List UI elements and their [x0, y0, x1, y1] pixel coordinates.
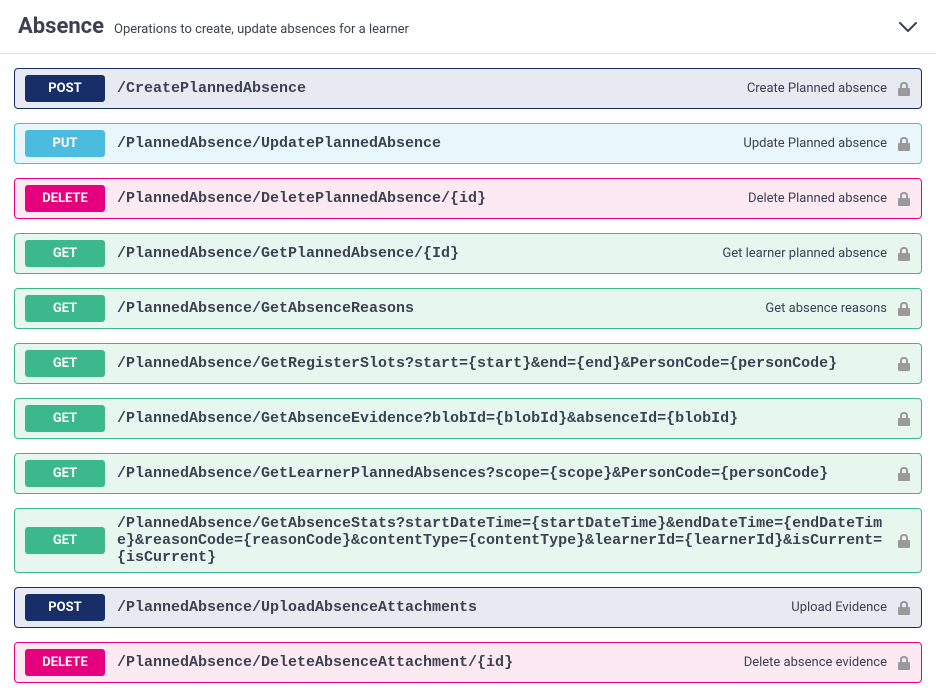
method-badge-post: POST [25, 594, 105, 621]
lock-icon[interactable] [897, 356, 911, 372]
endpoint-path: /CreatePlannedAbsence [117, 80, 735, 97]
endpoint-path: /PlannedAbsence/GetLearnerPlannedAbsence… [117, 465, 897, 482]
operation-row[interactable]: DELETE/PlannedAbsence/DeleteAbsenceAttac… [14, 642, 922, 683]
lock-icon[interactable] [897, 246, 911, 262]
operation-row[interactable]: DELETE/PlannedAbsence/DeletePlannedAbsen… [14, 178, 922, 219]
method-badge-delete: DELETE [25, 185, 105, 212]
endpoint-summary: Delete absence evidence [744, 655, 887, 670]
method-badge-get: GET [25, 295, 105, 322]
operation-row[interactable]: GET/PlannedAbsence/GetRegisterSlots?star… [14, 343, 922, 384]
operation-row[interactable]: PUT/PlannedAbsence/UpdatePlannedAbsence U… [14, 123, 922, 164]
method-badge-get: GET [25, 240, 105, 267]
lock-icon[interactable] [897, 655, 911, 671]
endpoint-summary: Update Planned absence [743, 136, 887, 151]
section-header[interactable]: Absence Operations to create, update abs… [0, 0, 936, 54]
section-description: Operations to create, update absences fo… [114, 22, 409, 37]
endpoint-path: /PlannedAbsence/GetAbsenceEvidence?blobI… [117, 410, 897, 427]
lock-icon[interactable] [897, 533, 911, 549]
operations-list: POST/CreatePlannedAbsence Create Planned … [0, 68, 936, 697]
operation-row[interactable]: GET/PlannedAbsence/GetPlannedAbsence/{Id… [14, 233, 922, 274]
operation-row[interactable]: POST/PlannedAbsence/UploadAbsenceAttachm… [14, 587, 922, 628]
endpoint-path: /PlannedAbsence/GetAbsenceReasons [117, 300, 753, 317]
operation-row[interactable]: GET/PlannedAbsence/GetAbsenceReasons Get … [14, 288, 922, 329]
endpoint-summary: Upload Evidence [791, 600, 887, 615]
endpoint-summary: Create Planned absence [747, 81, 887, 96]
chevron-down-icon[interactable] [898, 17, 918, 38]
operation-row[interactable]: POST/CreatePlannedAbsence Create Planned … [14, 68, 922, 109]
endpoint-summary: Get absence reasons [765, 301, 887, 316]
endpoint-path: /PlannedAbsence/DeletePlannedAbsence/{id… [117, 190, 736, 207]
method-badge-delete: DELETE [25, 649, 105, 676]
method-badge-get: GET [25, 405, 105, 432]
endpoint-path: /PlannedAbsence/UploadAbsenceAttachments [117, 599, 779, 616]
method-badge-post: POST [25, 75, 105, 102]
section-title: Absence [18, 14, 104, 39]
operation-row[interactable]: GET/PlannedAbsence/GetAbsenceEvidence?bl… [14, 398, 922, 439]
endpoint-summary: Get learner planned absence [722, 246, 887, 261]
endpoint-path: /PlannedAbsence/GetRegisterSlots?start={… [117, 355, 897, 372]
lock-icon[interactable] [897, 301, 911, 317]
endpoint-path: /PlannedAbsence/UpdatePlannedAbsence [117, 135, 731, 152]
method-badge-get: GET [25, 460, 105, 487]
lock-icon[interactable] [897, 136, 911, 152]
lock-icon[interactable] [897, 81, 911, 97]
lock-icon[interactable] [897, 191, 911, 207]
operation-row[interactable]: GET/PlannedAbsence/GetAbsenceStats?start… [14, 508, 922, 573]
operation-row[interactable]: GET/PlannedAbsence/GetLearnerPlannedAbse… [14, 453, 922, 494]
method-badge-get: GET [25, 350, 105, 377]
lock-icon[interactable] [897, 466, 911, 482]
endpoint-summary: Delete Planned absence [748, 191, 887, 206]
endpoint-path: /PlannedAbsence/DeleteAbsenceAttachment/… [117, 654, 732, 671]
endpoint-path: /PlannedAbsence/GetPlannedAbsence/{Id} [117, 245, 710, 262]
lock-icon[interactable] [897, 411, 911, 427]
lock-icon[interactable] [897, 600, 911, 616]
endpoint-path: /PlannedAbsence/GetAbsenceStats?startDat… [117, 515, 897, 566]
method-badge-put: PUT [25, 130, 105, 157]
method-badge-get: GET [25, 527, 105, 554]
